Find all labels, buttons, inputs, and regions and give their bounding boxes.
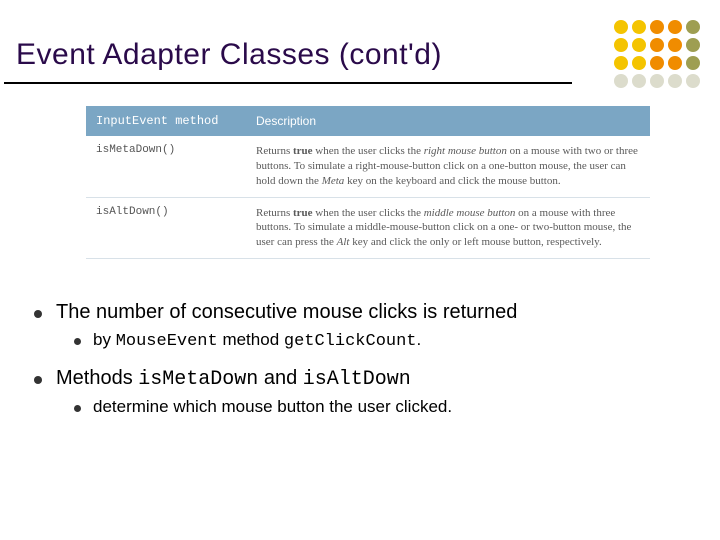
cell-description: Returns true when the user clicks the ri…	[246, 136, 650, 197]
table-body: isMetaDown()Returns true when the user c…	[86, 136, 650, 259]
decor-dot	[686, 20, 700, 34]
col-description: Description	[246, 106, 650, 136]
list-item: The number of consecutive mouse clicks i…	[34, 301, 710, 324]
bullet-icon	[74, 338, 81, 345]
col-method: InputEvent method	[86, 106, 246, 136]
slide-title: Event Adapter Classes (cont'd)	[16, 38, 710, 72]
cell-method: isMetaDown()	[86, 136, 246, 197]
decor-dot	[650, 38, 664, 52]
bullet-text: Methods isMetaDown and isAltDown	[56, 367, 411, 391]
table-row: isMetaDown()Returns true when the user c…	[86, 136, 650, 197]
table-row: isAltDown()Returns true when the user cl…	[86, 197, 650, 259]
code-span: MouseEvent	[116, 332, 218, 351]
methods-table: InputEvent method Description isMetaDown…	[86, 106, 650, 259]
decor-dot	[632, 56, 646, 70]
decor-dot	[668, 74, 682, 88]
cell-method: isAltDown()	[86, 197, 246, 259]
decor-dot	[614, 56, 628, 70]
bullet-icon	[34, 376, 42, 384]
bullet-list: The number of consecutive mouse clicks i…	[34, 301, 710, 417]
title-rule	[4, 82, 572, 84]
decor-dot	[614, 20, 628, 34]
decor-dot	[686, 38, 700, 52]
decor-dot	[650, 20, 664, 34]
decor-dot	[632, 20, 646, 34]
decor-dot	[650, 56, 664, 70]
decor-dot	[686, 56, 700, 70]
code-span: isMetaDown	[138, 368, 258, 391]
bullet-icon	[74, 405, 81, 412]
list-item: Methods isMetaDown and isAltDown	[34, 367, 710, 391]
bullet-icon	[34, 310, 42, 318]
decor-dot	[668, 20, 682, 34]
decor-dot	[686, 74, 700, 88]
slide: Event Adapter Classes (cont'd) InputEven…	[0, 0, 720, 540]
decor-dot	[632, 74, 646, 88]
decor-dot	[614, 74, 628, 88]
code-span: isAltDown	[303, 368, 411, 391]
decor-dot	[668, 38, 682, 52]
list-item: determine which mouse button the user cl…	[74, 397, 710, 417]
bullet-text: The number of consecutive mouse clicks i…	[56, 301, 517, 324]
cell-description: Returns true when the user clicks the mi…	[246, 197, 650, 259]
decor-dot	[614, 38, 628, 52]
list-item: by MouseEvent method getClickCount.	[74, 330, 710, 351]
decor-dot	[668, 56, 682, 70]
decor-dot	[650, 74, 664, 88]
bullet-text: determine which mouse button the user cl…	[93, 397, 452, 417]
decor-dot	[632, 38, 646, 52]
bullet-text: by MouseEvent method getClickCount.	[93, 330, 421, 351]
code-span: getClickCount	[284, 332, 417, 351]
decor-dot-grid	[612, 18, 702, 90]
